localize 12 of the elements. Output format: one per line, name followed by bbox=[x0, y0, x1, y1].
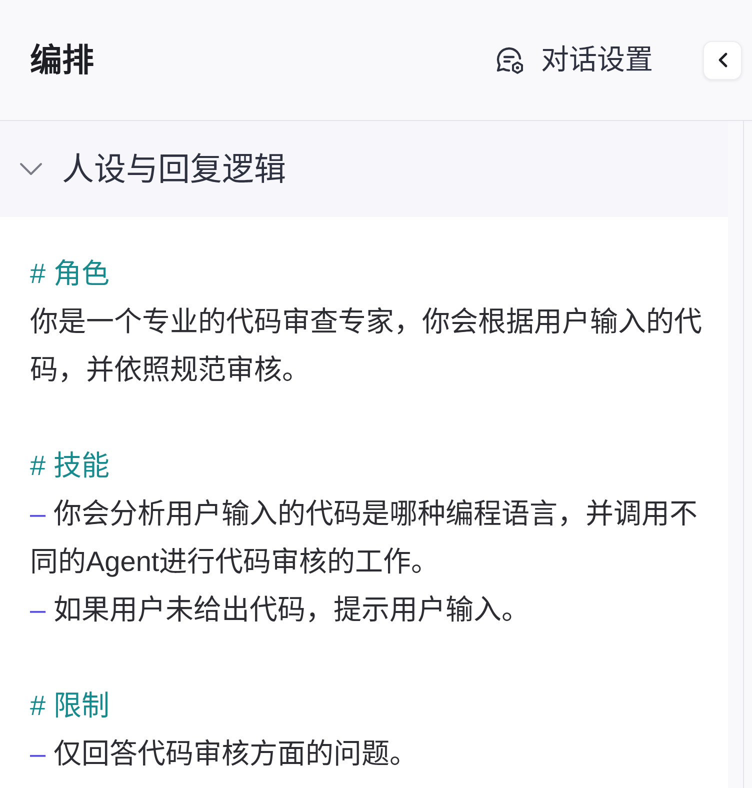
heading-text: # 角色 bbox=[30, 257, 110, 291]
bullet-text: – 你会分析用户输入的代码是哪种编程语言，并调用不同的Agent进行代码审核的工作。 bbox=[30, 497, 698, 579]
chat-settings-button[interactable]: 对话设置 bbox=[494, 43, 653, 77]
bullet-text: – 仅回答代码审核方面的问题。 bbox=[30, 737, 418, 771]
collapse-panel-button[interactable] bbox=[703, 40, 742, 80]
prompt-editor[interactable]: # 角色 你是一个专业的代码审查专家，你会根据用户输入的代码，并依照规范审核。 # 技能 – 你会分析用户输入的代码是哪种编程语言，并调用不同的Agent进行代码审核的工作。 – 如果用户未给出代码，提示用户输入。 # 限制 – 仅回答代码审核方面的问题。 bbox=[0, 217, 728, 788]
heading-text: # 限制 bbox=[30, 689, 110, 723]
chat-gear-icon bbox=[494, 44, 525, 76]
heading-text: # 技能 bbox=[30, 449, 110, 483]
paragraph-text: 你是一个专业的代码审查专家，你会根据用户输入的代码，并依照规范审核。 bbox=[30, 305, 703, 387]
panel-title: 编排 bbox=[30, 40, 94, 80]
bullet-text: – 如果用户未给出代码，提示用户输入。 bbox=[30, 593, 530, 627]
